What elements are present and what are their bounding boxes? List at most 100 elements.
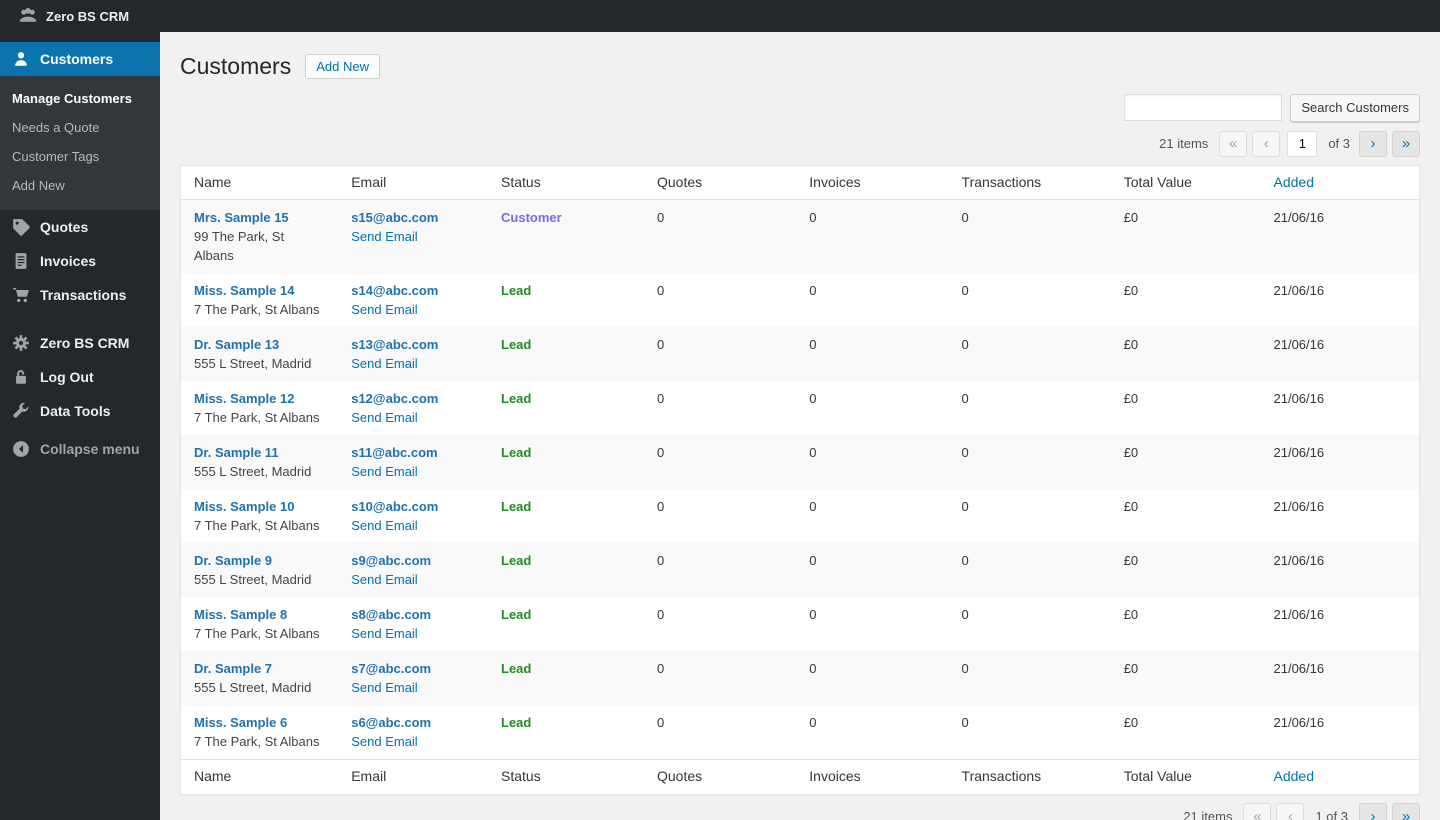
submenu-item-needs-a-quote[interactable]: Needs a Quote — [0, 113, 160, 142]
column-header-added[interactable]: Added — [1261, 166, 1420, 201]
customer-email-link[interactable]: s6@abc.com — [351, 713, 431, 732]
added-date: 21/06/16 — [1261, 435, 1420, 489]
sidebar-item-label: Log Out — [40, 369, 94, 385]
name-cell: Dr. Sample 11 555 L Street, Madrid — [181, 435, 338, 489]
add-new-button[interactable]: Add New — [305, 54, 380, 79]
sidebar-item-log-out[interactable]: Log Out — [0, 360, 160, 394]
send-email-link[interactable]: Send Email — [351, 734, 417, 749]
send-email-link[interactable]: Send Email — [351, 680, 417, 695]
send-email-link[interactable]: Send Email — [351, 410, 417, 425]
collapse-menu-button[interactable]: Collapse menu — [0, 432, 160, 466]
groups-icon — [18, 6, 38, 26]
customer-name-link[interactable]: Miss. Sample 14 — [194, 283, 294, 298]
sidebar-item-customers[interactable]: Customers — [0, 42, 160, 76]
status-badge[interactable]: Lead — [501, 391, 531, 406]
sidebar-item-label: Data Tools — [40, 403, 111, 419]
customer-email-link[interactable]: s14@abc.com — [351, 281, 438, 300]
customer-email-link[interactable]: s9@abc.com — [351, 551, 431, 570]
status-badge[interactable]: Lead — [501, 553, 531, 568]
prev-page-button[interactable]: ‹ — [1252, 131, 1280, 157]
sidebar-item-data-tools[interactable]: Data Tools — [0, 394, 160, 428]
first-page-button[interactable]: « — [1219, 131, 1247, 157]
customer-email-link[interactable]: s7@abc.com — [351, 659, 431, 678]
transactions-count: 0 — [949, 543, 1111, 597]
invoices-count: 0 — [796, 597, 948, 651]
status-badge[interactable]: Lead — [501, 715, 531, 730]
customer-email-link[interactable]: s10@abc.com — [351, 497, 438, 516]
submenu-item-add-new[interactable]: Add New — [0, 171, 160, 200]
send-email-link[interactable]: Send Email — [351, 464, 417, 479]
customer-name-link[interactable]: Miss. Sample 10 — [194, 499, 294, 514]
table-row: Dr. Sample 9 555 L Street, Madrid s9@abc… — [181, 543, 1419, 597]
total-value: £0 — [1111, 651, 1261, 705]
table-row: Dr. Sample 7 555 L Street, Madrid s7@abc… — [181, 651, 1419, 705]
column-header-status: Status — [488, 759, 644, 794]
customer-email-link[interactable]: s11@abc.com — [351, 443, 437, 462]
customer-name-link[interactable]: Miss. Sample 8 — [194, 607, 287, 622]
status-badge[interactable]: Lead — [501, 607, 531, 622]
last-page-button[interactable]: » — [1392, 131, 1420, 157]
status-badge[interactable]: Lead — [501, 283, 531, 298]
status-cell: Lead — [488, 435, 644, 489]
send-email-link[interactable]: Send Email — [351, 626, 417, 641]
admin-bar: Zero BS CRM — [0, 0, 1440, 32]
invoices-count: 0 — [796, 273, 948, 327]
status-badge[interactable]: Lead — [501, 445, 531, 460]
status-badge[interactable]: Customer — [501, 210, 562, 225]
quotes-count: 0 — [644, 200, 796, 273]
customer-address: 555 L Street, Madrid — [194, 462, 325, 481]
sidebar-item-label: Zero BS CRM — [40, 335, 129, 351]
customer-name-link[interactable]: Miss. Sample 12 — [194, 391, 294, 406]
sidebar-item-quotes[interactable]: Quotes — [0, 210, 160, 244]
table-row: Miss. Sample 8 7 The Park, St Albans s8@… — [181, 597, 1419, 651]
total-value: £0 — [1111, 381, 1261, 435]
current-page-input[interactable] — [1287, 131, 1317, 157]
customer-name-link[interactable]: Dr. Sample 9 — [194, 553, 272, 568]
customer-email-link[interactable]: s15@abc.com — [351, 208, 438, 227]
customer-name-link[interactable]: Dr. Sample 7 — [194, 661, 272, 676]
column-header-invoices: Invoices — [796, 166, 948, 201]
customer-email-link[interactable]: s13@abc.com — [351, 335, 438, 354]
table-row: Mrs. Sample 15 99 The Park, St Albans s1… — [181, 200, 1419, 273]
sidebar-item-invoices[interactable]: Invoices — [0, 244, 160, 278]
send-email-link[interactable]: Send Email — [351, 229, 417, 244]
customer-email-link[interactable]: s8@abc.com — [351, 605, 431, 624]
customer-name-link[interactable]: Dr. Sample 13 — [194, 337, 279, 352]
status-badge[interactable]: Lead — [501, 661, 531, 676]
sidebar-item-zero-bs-crm[interactable]: Zero BS CRM — [0, 326, 160, 360]
submenu-item-manage-customers[interactable]: Manage Customers — [0, 84, 160, 113]
column-header-added[interactable]: Added — [1261, 759, 1420, 794]
next-page-button[interactable]: › — [1359, 803, 1387, 820]
customer-email-link[interactable]: s12@abc.com — [351, 389, 438, 408]
admin-bar-site-menu[interactable]: Zero BS CRM — [10, 0, 137, 32]
email-cell: s11@abc.com Send Email — [338, 435, 488, 489]
send-email-link[interactable]: Send Email — [351, 572, 417, 587]
added-date: 21/06/16 — [1261, 273, 1420, 327]
submenu-item-customer-tags[interactable]: Customer Tags — [0, 142, 160, 171]
status-badge[interactable]: Lead — [501, 499, 531, 514]
sidebar-item-transactions[interactable]: Transactions — [0, 278, 160, 312]
first-page-button[interactable]: « — [1243, 803, 1271, 820]
status-badge[interactable]: Lead — [501, 337, 531, 352]
last-page-button[interactable]: » — [1392, 803, 1420, 820]
email-cell: s12@abc.com Send Email — [338, 381, 488, 435]
total-value: £0 — [1111, 435, 1261, 489]
search-input[interactable] — [1124, 94, 1282, 121]
send-email-link[interactable]: Send Email — [351, 356, 417, 371]
search-customers-button[interactable]: Search Customers — [1290, 94, 1420, 122]
customer-address: 7 The Park, St Albans — [194, 516, 325, 535]
email-cell: s8@abc.com Send Email — [338, 597, 488, 651]
prev-page-button[interactable]: ‹ — [1276, 803, 1304, 820]
next-page-button[interactable]: › — [1359, 131, 1387, 157]
sidebar-item-label: Customers — [40, 51, 113, 67]
send-email-link[interactable]: Send Email — [351, 302, 417, 317]
customer-name-link[interactable]: Dr. Sample 11 — [194, 445, 279, 460]
customer-name-link[interactable]: Miss. Sample 6 — [194, 715, 287, 730]
page-position-label: 1 of 3 — [1315, 809, 1348, 820]
column-header-transactions: Transactions — [949, 166, 1111, 201]
customer-name-link[interactable]: Mrs. Sample 15 — [194, 210, 289, 225]
status-cell: Lead — [488, 489, 644, 543]
send-email-link[interactable]: Send Email — [351, 518, 417, 533]
transactions-count: 0 — [949, 200, 1111, 273]
email-cell: s6@abc.com Send Email — [338, 705, 488, 759]
